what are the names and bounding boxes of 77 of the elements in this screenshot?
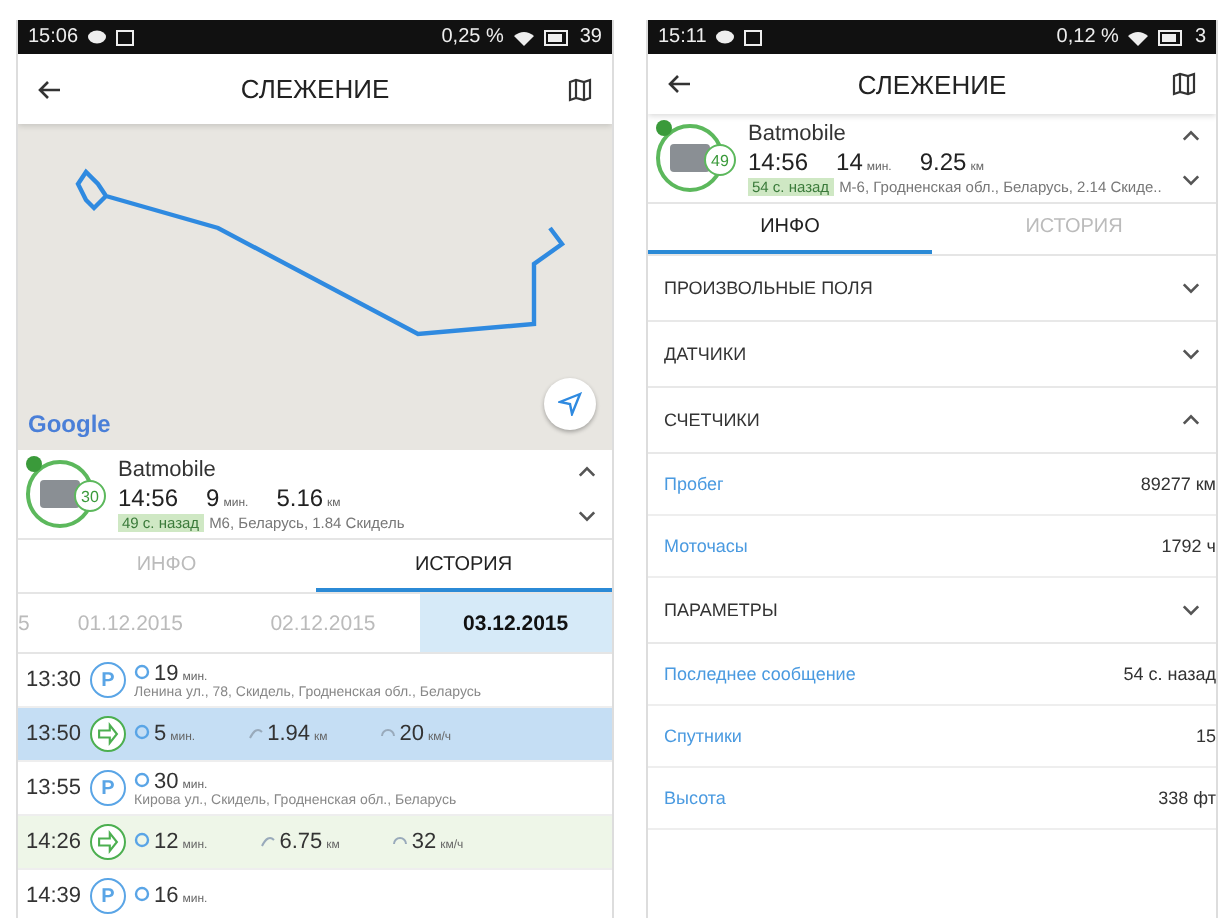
field-label: Пробег (664, 474, 726, 494)
route-icon (259, 832, 276, 848)
field-value: 54 с. назад (1123, 664, 1216, 684)
route-icon (247, 724, 264, 740)
field-value: 1792 ч (1161, 536, 1216, 556)
chevron-down-icon[interactable] (1182, 174, 1200, 186)
data-usage-text: 0,12 % (1056, 26, 1119, 48)
parking-icon: P (90, 770, 126, 806)
date-tab[interactable]: 03.12.2015 (419, 594, 612, 652)
chevron-up-icon[interactable] (578, 466, 596, 478)
status-dot-icon (656, 120, 672, 136)
screen-title: СЛЕЖЕНИЕ (855, 69, 1009, 99)
field-value: 338 фт (1158, 788, 1216, 808)
last-time-text: 14:56 (748, 147, 809, 175)
map-icon[interactable] (568, 77, 592, 101)
time-text: 14:39 (26, 884, 82, 908)
clock-text: 15:11 (658, 26, 707, 48)
wifi-icon (1128, 29, 1149, 45)
field-label: Спутники (664, 726, 744, 746)
chevron-down-icon[interactable] (1182, 348, 1200, 360)
battery-text: 39 (579, 26, 602, 48)
field-label: Последнее сообщение (664, 664, 858, 684)
map-logo: Google (28, 410, 111, 438)
section-title: ДАТЧИКИ (664, 344, 749, 364)
time-text: 13:30 (26, 668, 82, 692)
clock-text: 15:06 (28, 26, 79, 48)
section-header[interactable]: СЧЕТЧИКИ (648, 388, 1216, 454)
section-header[interactable]: ПРОИЗВОЛЬНЫЕ ПОЛЯ (648, 256, 1216, 322)
navigation-arrow-icon (558, 392, 582, 416)
clock-icon (134, 886, 150, 902)
back-arrow-icon[interactable] (668, 74, 692, 94)
time-text: 13:50 (26, 722, 82, 746)
last-time-text: 14:56 (118, 483, 179, 511)
locate-button[interactable] (544, 378, 596, 430)
data-usage-text: 0,25 % (441, 26, 504, 48)
gauge-icon (379, 724, 396, 740)
section-title: ПРОИЗВОЛЬНЫЕ ПОЛЯ (664, 278, 875, 298)
arrow-circle-icon (90, 824, 126, 860)
battery-text: 3 (1194, 26, 1206, 48)
chat-icon (88, 29, 107, 45)
chevron-up-icon[interactable] (1182, 414, 1200, 426)
image-icon (744, 29, 763, 45)
chevron-down-icon[interactable] (1182, 282, 1200, 294)
wifi-icon (513, 29, 534, 45)
parking-icon: P (90, 878, 126, 914)
speed-badge: 49 (704, 144, 736, 176)
status-dot-icon (26, 456, 42, 472)
time-text: 13:55 (26, 776, 82, 800)
parking-icon: P (90, 662, 126, 698)
clock-icon (134, 663, 150, 679)
chevron-down-icon[interactable] (1182, 604, 1200, 616)
time-text: 14:26 (26, 830, 82, 854)
map-icon[interactable] (1172, 72, 1196, 96)
speed-badge: 30 (74, 480, 106, 512)
arrow-circle-icon (90, 716, 126, 752)
chat-icon (716, 29, 735, 45)
clock-icon (134, 832, 150, 848)
clock-icon (134, 724, 150, 740)
back-arrow-icon[interactable] (38, 79, 62, 99)
section-header[interactable]: ДАТЧИКИ (648, 322, 1216, 388)
image-icon (116, 29, 135, 45)
unit-name: Batmobile (118, 457, 218, 481)
section-title: ПАРАМЕТРЫ (664, 600, 780, 620)
clock-icon (134, 771, 150, 787)
field-label: Моточасы (664, 536, 750, 556)
battery-icon (1158, 29, 1185, 45)
screen-title: СЛЕЖЕНИЕ (238, 74, 392, 104)
section-title: СЧЕТЧИКИ (664, 410, 762, 430)
gauge-icon (391, 832, 408, 848)
chevron-down-icon[interactable] (578, 510, 596, 522)
field-value: 15 (1195, 726, 1216, 746)
unit-name: Batmobile (748, 121, 848, 145)
field-label: Высота (664, 788, 728, 808)
chevron-up-icon[interactable] (1182, 130, 1200, 142)
battery-icon (543, 29, 570, 45)
section-header[interactable]: ПАРАМЕТРЫ (648, 578, 1216, 644)
field-value: 89277 км (1140, 474, 1216, 494)
